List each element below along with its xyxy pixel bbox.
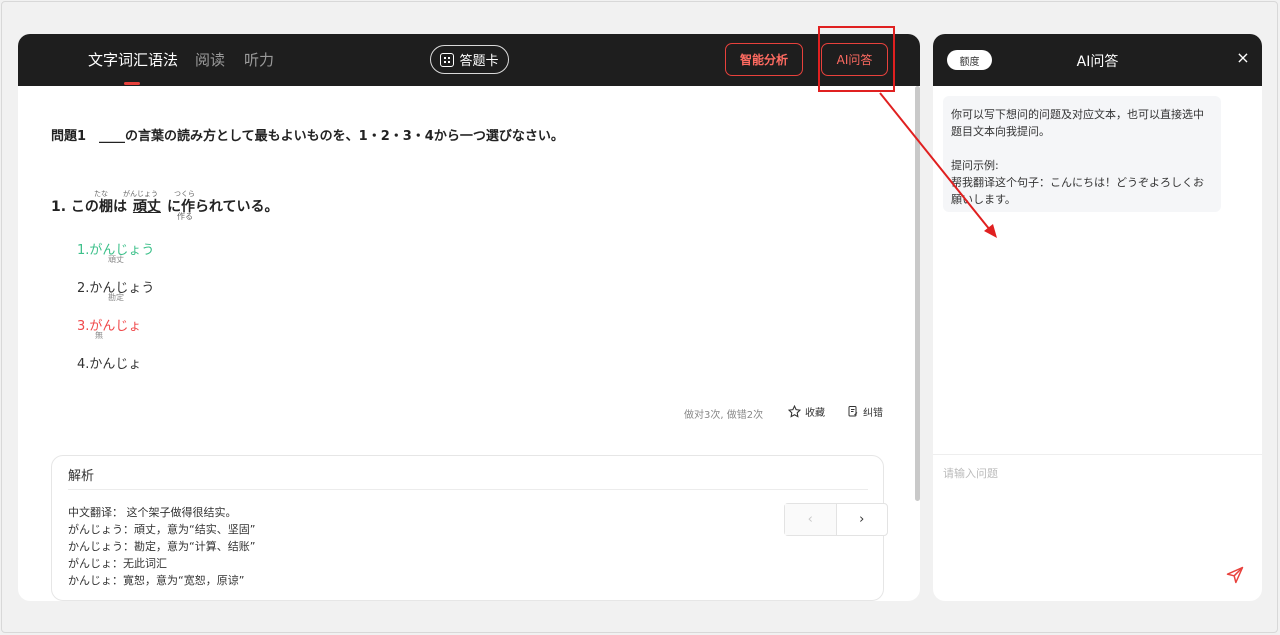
report-label: 纠错 — [863, 408, 883, 419]
answer-card-label: 答题卡 — [459, 54, 499, 69]
close-icon[interactable]: × — [1235, 50, 1251, 66]
ai-panel-title: AI问答 — [1076, 54, 1119, 70]
report-icon — [848, 406, 858, 417]
analysis-line: かんじょう：勘定，意为“计算、结账” — [68, 540, 256, 553]
hint-message: 你可以写下想问的问题及对应文本，也可以直接选中 题目文本向我提问。 提问示例: … — [943, 96, 1221, 212]
grid-icon — [440, 52, 455, 67]
sentence-kanji-tana: 棚 — [98, 199, 113, 215]
analysis-title: 解析 — [68, 469, 95, 484]
question-sentence: 1. この棚は 頑丈 に作られている。 — [51, 196, 279, 216]
option-4[interactable]: 4.かんじょ — [77, 353, 141, 372]
sentence-prefix: 1. この — [51, 199, 99, 215]
hint-line: 帮我翻译这个句子：こんにちは！どうぞよろしくお — [951, 176, 1204, 189]
pager: ‹ › — [784, 503, 888, 536]
hint-line: 願いします。 — [951, 193, 1016, 206]
option-2-kanji: 勘定 — [108, 293, 124, 302]
question-input[interactable] — [943, 465, 1243, 545]
tab-listening[interactable]: 听力 — [244, 49, 274, 70]
analysis-divider — [68, 489, 868, 490]
star-icon — [788, 405, 801, 418]
option-1-kanji: 頑丈 — [108, 255, 124, 264]
ruby-tsukuru: 作る — [177, 212, 193, 221]
hint-line: 题目文本向我提问。 — [951, 125, 1050, 138]
tab-vocabulary-grammar[interactable]: 文字词汇语法 — [88, 49, 178, 70]
analysis-line: 中文翻译： 这个架子做得很结实。 — [68, 506, 237, 519]
smart-analysis-button[interactable]: 智能分析 — [725, 43, 803, 76]
answer-card-button[interactable]: 答题卡 — [430, 45, 509, 74]
hint-line: 你可以写下想问的问题及对应文本，也可以直接选中 — [951, 108, 1204, 121]
sentence-target-word: 頑丈 — [132, 199, 161, 215]
ai-panel-header: 额度 AI问答 × — [933, 34, 1262, 86]
option-3[interactable]: 3.がんじょ — [77, 315, 141, 334]
sentence-mid1: は — [112, 199, 127, 215]
tab-reading[interactable]: 阅读 — [195, 49, 225, 70]
question-instruction: 問題1 ____の言葉の読み方として最もよいものを、1・2・3・4から一つ選びな… — [51, 129, 564, 144]
sentence-suffix: られている。 — [194, 199, 279, 215]
question-input-area — [933, 454, 1262, 601]
favorite-button[interactable]: 收藏 — [788, 404, 825, 419]
attempt-stats: 做对3次, 做错2次 — [684, 410, 764, 421]
analysis-box: 解析 中文翻译： 这个架子做得很结实。 がんじょう：頑丈，意为“结实、坚固” か… — [51, 455, 884, 601]
top-bar: 文字词汇语法 阅读 听力 答题卡 智能分析 AI问答 — [18, 34, 920, 86]
ai-qa-panel: 额度 AI问答 × 你可以写下想问的问题及对应文本，也可以直接选中 题目文本向我… — [933, 34, 1262, 601]
next-button[interactable]: › — [837, 504, 888, 535]
scrollbar[interactable] — [915, 86, 920, 501]
favorite-label: 收藏 — [805, 408, 825, 419]
annotation-highlight-box — [818, 26, 895, 92]
analysis-line: かんじょ：寛恕，意为“宽恕，原谅” — [68, 574, 245, 587]
analysis-line: がんじょう：頑丈，意为“结实、坚固” — [68, 523, 256, 536]
report-error-button[interactable]: 纠错 — [847, 404, 883, 419]
option-3-kanji: 無 — [95, 331, 103, 340]
active-tab-indicator — [124, 82, 140, 85]
previous-button[interactable]: ‹ — [785, 504, 837, 535]
analysis-line: がんじょ：无此词汇 — [68, 557, 167, 570]
send-icon[interactable] — [1225, 565, 1245, 585]
hint-line: 提问示例: — [951, 159, 999, 172]
